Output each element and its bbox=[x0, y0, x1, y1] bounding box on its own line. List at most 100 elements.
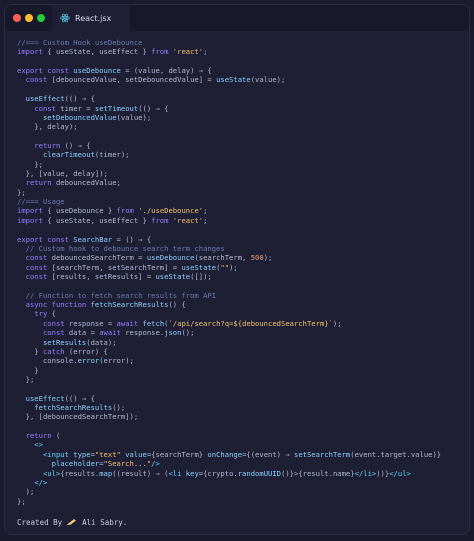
code-token: 500 bbox=[250, 253, 264, 263]
code-line: useEffect(() ⇒ { bbox=[17, 94, 469, 103]
code-token: export const bbox=[17, 66, 69, 76]
close-window-button[interactable] bbox=[13, 14, 21, 22]
code-line: <ul>{results.map((result) ⇒ (<li key={cr… bbox=[17, 469, 469, 478]
code-line: }; bbox=[17, 375, 469, 384]
code-token: fetch bbox=[138, 318, 165, 328]
code-token: } bbox=[17, 346, 43, 356]
code-token: /> bbox=[151, 459, 160, 469]
code-line: setResults(data); bbox=[17, 338, 469, 347]
code-token: (); bbox=[181, 328, 195, 338]
code-line: // Custom hook to debounce search term c… bbox=[17, 244, 469, 253]
code-line: export const SearchBar = () ⇒ { bbox=[17, 235, 469, 244]
code-token: [searchTerm, setSearchTerm] = bbox=[47, 262, 182, 272]
code-token: (() ⇒ { bbox=[138, 103, 169, 113]
code-token: import bbox=[17, 215, 43, 225]
code-token: (data); bbox=[86, 337, 117, 347]
footer: Created By Ali Sabry. bbox=[17, 516, 127, 528]
code-token: setTimeout bbox=[94, 103, 139, 113]
code-token: console. bbox=[17, 356, 78, 366]
code-token: { useState, useEffect } bbox=[42, 47, 152, 57]
code-token: ((result) ⇒ ( bbox=[112, 468, 169, 478]
code-token: useEffect bbox=[17, 393, 65, 403]
code-token: type bbox=[68, 449, 91, 459]
code-token: timer = bbox=[55, 103, 95, 113]
code-token: catch bbox=[42, 346, 65, 356]
code-token: return bbox=[17, 140, 61, 150]
code-line: } catch (error) { bbox=[17, 347, 469, 356]
code-line: //=== Usage bbox=[17, 197, 469, 206]
code-token: export const bbox=[17, 234, 69, 244]
code-line: }, [value, delay]); bbox=[17, 169, 469, 178]
code-line: placeholder="Search..."/> bbox=[17, 459, 469, 468]
code-token: async function bbox=[17, 300, 87, 310]
code-token: () ⇒ { bbox=[60, 140, 91, 150]
code-token: `/api/search?q=${debouncedSearchTerm}` bbox=[168, 318, 333, 328]
code-token: ); bbox=[17, 487, 35, 497]
code-token: }, [value, delay]); bbox=[17, 169, 108, 179]
code-token: (searchTerm, bbox=[194, 253, 251, 263]
code-token: import bbox=[17, 206, 43, 216]
code-token: fetchSearchResults bbox=[86, 300, 169, 310]
code-line: import { useState, useEffect } from 'rea… bbox=[17, 216, 469, 225]
code-token: (event.target.value)} bbox=[350, 449, 442, 459]
code-token: map bbox=[99, 468, 113, 478]
code-token: useState bbox=[181, 262, 217, 272]
code-line: }, delay); bbox=[17, 122, 469, 131]
code-token: <input bbox=[17, 449, 69, 459]
code-token: {results. bbox=[60, 468, 100, 478]
code-token: return bbox=[17, 178, 52, 188]
code-token: <li bbox=[168, 468, 182, 478]
code-token: await bbox=[99, 328, 121, 338]
minimize-window-button[interactable] bbox=[25, 14, 33, 22]
tab-react-jsx[interactable]: React.jsx bbox=[52, 5, 130, 31]
code-line: }; bbox=[17, 160, 469, 169]
code-token: const bbox=[17, 262, 48, 272]
code-line: return debouncedValue; bbox=[17, 178, 469, 187]
code-token: json bbox=[164, 328, 182, 338]
pen-icon bbox=[66, 518, 78, 526]
code-token: randomUUID bbox=[237, 468, 282, 478]
code-token: return bbox=[17, 431, 52, 441]
code-token: "text" bbox=[94, 449, 121, 459]
code-token: ); bbox=[332, 318, 342, 328]
code-token: placeholder bbox=[17, 459, 100, 469]
code-token: fetchSearchResults bbox=[17, 403, 113, 413]
code-token: response = bbox=[64, 318, 117, 328]
code-token: useDebounce bbox=[146, 253, 195, 263]
code-token: 'react' bbox=[168, 215, 204, 225]
code-editor[interactable]: //=== Custom Hook useDebounce import { us… bbox=[5, 38, 469, 506]
code-token: }; bbox=[17, 374, 35, 384]
code-token: const bbox=[17, 75, 48, 85]
code-token: debouncedValue; bbox=[51, 178, 121, 188]
code-token: try bbox=[17, 309, 48, 319]
code-token: ); bbox=[229, 262, 238, 272]
code-token: from bbox=[151, 47, 169, 57]
code-line: //=== Custom Hook useDebounce bbox=[17, 38, 469, 47]
code-token: key bbox=[181, 468, 199, 478]
code-token: { useState, useEffect } bbox=[42, 215, 152, 225]
code-token: }, delay); bbox=[17, 122, 78, 132]
code-token: ; bbox=[203, 206, 208, 216]
code-token: const bbox=[17, 103, 56, 113]
code-token: (() ⇒ { bbox=[64, 94, 95, 104]
code-token: value bbox=[120, 449, 147, 459]
code-token: error bbox=[77, 356, 100, 366]
code-line: fetchSearchResults(); bbox=[17, 403, 469, 412]
code-token: (value); bbox=[250, 75, 286, 85]
code-line: // Function to fetch search results from… bbox=[17, 291, 469, 300]
code-line: }; bbox=[17, 497, 469, 506]
code-token: //=== Usage bbox=[17, 197, 65, 207]
tab-label: React.jsx bbox=[75, 13, 112, 23]
code-token: from bbox=[151, 215, 169, 225]
code-token: clearTimeout bbox=[17, 150, 95, 160]
maximize-window-button[interactable] bbox=[37, 14, 45, 22]
code-token: from bbox=[116, 206, 134, 216]
code-token: response. bbox=[120, 328, 165, 338]
code-token: useDebounce bbox=[68, 66, 121, 76]
code-line: ); bbox=[17, 487, 469, 496]
code-line: useEffect(() ⇒ { bbox=[17, 394, 469, 403]
code-line: export const useDebounce = (value, delay… bbox=[17, 66, 469, 75]
